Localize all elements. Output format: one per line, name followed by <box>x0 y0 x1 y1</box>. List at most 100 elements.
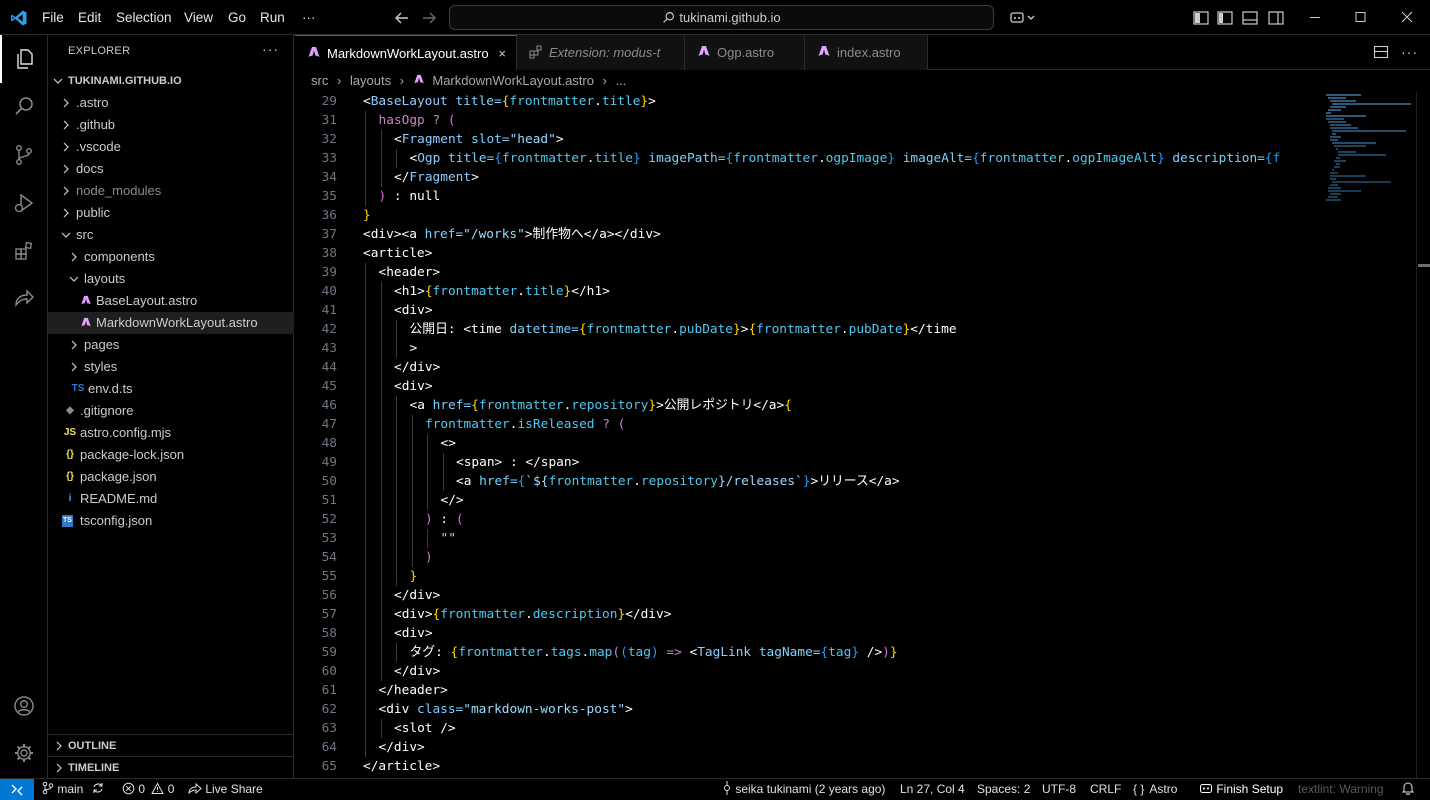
copilot-icon[interactable] <box>1008 8 1036 28</box>
code-line[interactable]: 46 <a href={frontmatter.repository}>公開レポジ… <box>295 396 1295 415</box>
toggle-primary-sidebar-icon[interactable] <box>1215 8 1235 28</box>
menu-view[interactable]: View <box>184 0 213 35</box>
code-line[interactable]: 36} <box>295 206 1295 225</box>
git-branch[interactable]: main <box>42 779 105 800</box>
tree-item[interactable]: {} package.json <box>48 466 294 488</box>
activity-search[interactable] <box>0 83 48 131</box>
split-editor-icon[interactable] <box>1373 44 1389 60</box>
problems-indicator[interactable]: 0 0 <box>122 779 174 800</box>
menu-go[interactable]: Go <box>228 0 246 35</box>
tree-item[interactable]: docs <box>48 158 294 180</box>
code-line[interactable]: 57 <div>{frontmatter.description}</div> <box>295 605 1295 624</box>
code-line[interactable]: 48 <> <box>295 434 1295 453</box>
tree-item[interactable]: MarkdownWorkLayout.astro <box>48 312 294 334</box>
breadcrumb-file[interactable]: MarkdownWorkLayout.astro <box>432 73 594 88</box>
code-line[interactable]: 55} <box>295 567 1295 586</box>
tree-item[interactable]: .astro <box>48 92 294 114</box>
menu-selection[interactable]: Selection <box>116 0 172 35</box>
code-line[interactable]: 52) : ( <box>295 510 1295 529</box>
code-line[interactable]: 41 <div> <box>295 301 1295 320</box>
maximize-button[interactable] <box>1338 0 1384 35</box>
code-line[interactable]: 56 </div> <box>295 586 1295 605</box>
tree-item[interactable]: JS astro.config.mjs <box>48 422 294 444</box>
vertical-scrollbar[interactable] <box>1416 92 1430 778</box>
code-line[interactable]: 51 </> <box>295 491 1295 510</box>
code-line[interactable]: 65 </article> <box>295 757 1295 776</box>
tree-item[interactable]: .github <box>48 114 294 136</box>
breadcrumb-layouts[interactable]: layouts <box>350 73 391 88</box>
tree-item[interactable]: pages <box>48 334 294 356</box>
code-line[interactable]: 60 </div> <box>295 662 1295 681</box>
activity-run-debug[interactable] <box>0 179 48 227</box>
code-line[interactable]: 33 <Ogp title={frontmatter.title} imagePa… <box>295 149 1295 168</box>
close-tab-icon[interactable]: × <box>498 36 506 71</box>
code-line[interactable]: 54) <box>295 548 1295 567</box>
code-line[interactable]: 40 <h1>{frontmatter.title}</h1> <box>295 282 1295 301</box>
code-line[interactable]: 44 </div> <box>295 358 1295 377</box>
code-line[interactable]: 42 公開日: <time datetime={frontmatter.pubDa… <box>295 320 1295 339</box>
timeline-section[interactable]: TIMELINE <box>48 756 294 778</box>
code-editor[interactable]: 29 <BaseLayout title={frontmatter.title}>… <box>295 92 1430 778</box>
tree-item[interactable]: .vscode <box>48 136 294 158</box>
code-line[interactable]: 34 </Fragment> <box>295 168 1295 187</box>
command-center-search[interactable]: tukinami.github.io <box>449 5 994 30</box>
code-line[interactable]: 39 <header> <box>295 263 1295 282</box>
cursor-position[interactable]: Ln 27, Col 4 <box>900 779 965 800</box>
live-share-status[interactable]: Live Share <box>188 779 263 800</box>
tab-index[interactable]: index.astro <box>805 35 928 70</box>
workspace-root[interactable]: TUKINAMI.GITHUB.IO <box>48 70 294 92</box>
breadcrumb-src[interactable]: src <box>311 73 328 88</box>
outline-section[interactable]: OUTLINE <box>48 734 294 756</box>
code-line[interactable]: 49 <span> : </span> <box>295 453 1295 472</box>
tab-markdownworklayout[interactable]: MarkdownWorkLayout.astro × <box>295 35 517 70</box>
tree-item[interactable]: layouts <box>48 268 294 290</box>
menu-file[interactable]: File <box>42 0 64 35</box>
minimize-button[interactable] <box>1292 0 1338 35</box>
code-line[interactable]: 63 <slot /> <box>295 719 1295 738</box>
back-arrow-icon[interactable] <box>392 8 412 28</box>
menu-run[interactable]: Run <box>260 0 285 35</box>
tree-item[interactable]: BaseLayout.astro <box>48 290 294 312</box>
tree-item[interactable]: TS env.d.ts <box>48 378 294 400</box>
tree-item[interactable]: i README.md <box>48 488 294 510</box>
code-line[interactable]: 29 <BaseLayout title={frontmatter.title}> <box>295 92 1295 111</box>
tab-extension-modus[interactable]: Extension: modus-t <box>517 35 685 70</box>
notifications[interactable] <box>1401 779 1415 800</box>
activity-source-control[interactable] <box>0 131 48 179</box>
code-line[interactable]: 43 > <box>295 339 1295 358</box>
code-line[interactable]: 53 "" <box>295 529 1295 548</box>
code-line[interactable]: 35) : null <box>295 187 1295 206</box>
code-line[interactable]: 45 <div> <box>295 377 1295 396</box>
code-line[interactable]: 59 タグ: {frontmatter.tags.map((tag) => <Ta… <box>295 643 1295 662</box>
minimap[interactable] <box>1316 92 1416 232</box>
textlint-status[interactable]: textlint: Warning <box>1298 779 1384 800</box>
customize-layout-icon[interactable] <box>1191 8 1211 28</box>
encoding[interactable]: UTF-8 <box>1042 779 1076 800</box>
toggle-panel-icon[interactable] <box>1240 8 1260 28</box>
tree-item[interactable]: {} package-lock.json <box>48 444 294 466</box>
code-line[interactable]: 38 <article> <box>295 244 1295 263</box>
indentation[interactable]: Spaces: 2 <box>977 779 1030 800</box>
activity-accounts[interactable] <box>0 682 48 730</box>
tree-item[interactable]: src <box>48 224 294 246</box>
tree-item[interactable]: public <box>48 202 294 224</box>
end-of-line[interactable]: CRLF <box>1090 779 1121 800</box>
code-line[interactable]: 31 hasOgp ? ( <box>295 111 1295 130</box>
tree-item[interactable]: TS tsconfig.json <box>48 510 294 532</box>
activity-live-share[interactable] <box>0 275 48 323</box>
code-line[interactable]: 47 frontmatter.isReleased ? ( <box>295 415 1295 434</box>
toggle-secondary-sidebar-icon[interactable] <box>1266 8 1286 28</box>
activity-explorer[interactable] <box>0 35 48 83</box>
code-line[interactable]: 58 <div> <box>295 624 1295 643</box>
remote-indicator[interactable] <box>0 779 34 800</box>
explorer-more-actions[interactable]: ··· <box>262 41 279 57</box>
tree-item[interactable]: styles <box>48 356 294 378</box>
tree-item[interactable]: ◆ .gitignore <box>48 400 294 422</box>
language-mode[interactable]: { } Astro <box>1133 779 1177 800</box>
tree-item[interactable]: components <box>48 246 294 268</box>
tab-ogp[interactable]: Ogp.astro <box>685 35 805 70</box>
finish-setup[interactable]: Finish Setup <box>1199 779 1283 800</box>
code-line[interactable]: 62 <div class="markdown-works-post"> <box>295 700 1295 719</box>
editor-more-actions[interactable]: ··· <box>1401 35 1418 70</box>
code-line[interactable]: 50 <a href={`${frontmatter.repository}/re… <box>295 472 1295 491</box>
